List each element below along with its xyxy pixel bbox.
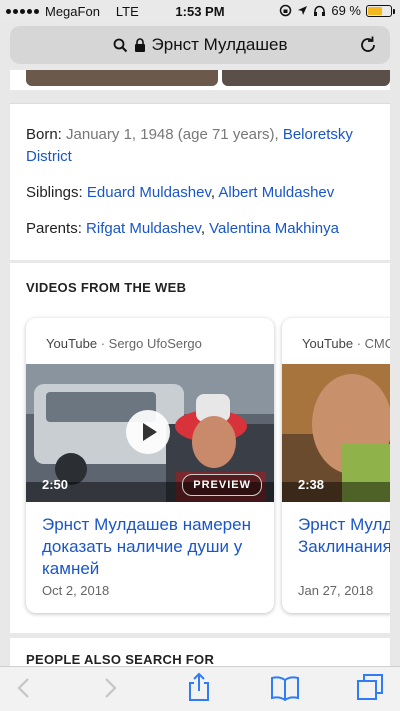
headphones-icon [314,5,326,16]
play-button[interactable] [126,410,170,454]
video-date: Jan 27, 2018 [298,583,374,598]
video-title[interactable]: Эрнст Мулдашев намерен доказать наличие … [42,514,262,580]
status-bar: MegaFon LTE 1:53 PM 69 % [0,0,400,22]
sibling-link[interactable]: Eduard Muldashev [87,184,211,201]
rotation-lock-icon [280,4,292,17]
parents-row: Parents: Rifgat Muldashev, Valentina Mak… [26,218,374,240]
search-results-page: Born: January 1, 1948 (age 71 years), Be… [10,70,390,666]
born-place-link[interactable]: Beloretsky [283,126,353,143]
reload-icon[interactable] [358,35,378,55]
parent-link[interactable]: Rifgat Muldashev [86,220,201,237]
siblings-label: Siblings: [26,184,87,201]
forward-icon[interactable] [100,675,120,701]
video-date: Oct 2, 2018 [42,583,110,598]
tabs-icon[interactable] [356,673,384,701]
sibling-link[interactable]: Albert Muldashev [218,184,334,201]
videos-section: VIDEOS FROM THE WEB YouTube · Sergo UfoS… [10,263,390,633]
section-heading: VIDEOS FROM THE WEB [26,280,187,295]
siblings-row: Siblings: Eduard Muldashev, Albert Mulda… [26,182,374,204]
image-strip [10,70,390,90]
video-source: YouTube · СМОТ [302,336,390,351]
image-thumbnail[interactable] [222,70,390,86]
section-heading: PEOPLE ALSO SEARCH FOR [26,652,215,666]
preview-button[interactable]: PREVIEW [182,474,262,496]
back-icon[interactable] [14,675,34,701]
born-row: Born: January 1, 1948 (age 71 years), Be… [26,124,374,168]
born-value: January 1, 1948 (age 71 years), [66,126,283,143]
battery-percent: 69 % [331,3,361,18]
parents-label: Parents: [26,220,87,237]
born-place-link[interactable]: District [26,148,72,165]
lock-icon [134,38,145,52]
address-query: Эрнст Мулдашев [151,35,288,54]
video-card[interactable]: YouTube · СМОТ 2:38 Эрнст Мулда (интервь… [282,318,390,613]
image-thumbnail[interactable] [26,70,218,86]
video-thumbnail[interactable]: 2:50 PREVIEW [26,364,274,502]
knowledge-panel-facts: Born: January 1, 1948 (age 71 years), Be… [10,104,390,260]
parent-link[interactable]: Valentina Makhinya [209,220,339,237]
separator: , [200,220,210,237]
people-also-search-section: PEOPLE ALSO SEARCH FOR [10,638,390,666]
browser-toolbar [0,666,400,711]
search-icon [113,38,127,52]
born-label: Born: [26,126,67,143]
bookmarks-icon[interactable] [270,675,300,701]
address-bar[interactable]: Эрнст Мулдашев [10,26,390,64]
battery-icon [366,4,395,17]
video-duration: 2:38 [298,477,325,492]
location-icon [298,6,308,15]
video-title[interactable]: Эрнст Мулда (интервью)ча Заклинания [298,514,390,558]
share-icon[interactable] [186,672,212,702]
video-duration: 2:50 [42,477,69,492]
video-thumbnail[interactable]: 2:38 [282,364,390,502]
video-source: YouTube · Sergo UfoSergo [46,336,202,351]
video-card[interactable]: YouTube · Sergo UfoSergo 2:50 PREVIEW Эр… [26,318,274,613]
